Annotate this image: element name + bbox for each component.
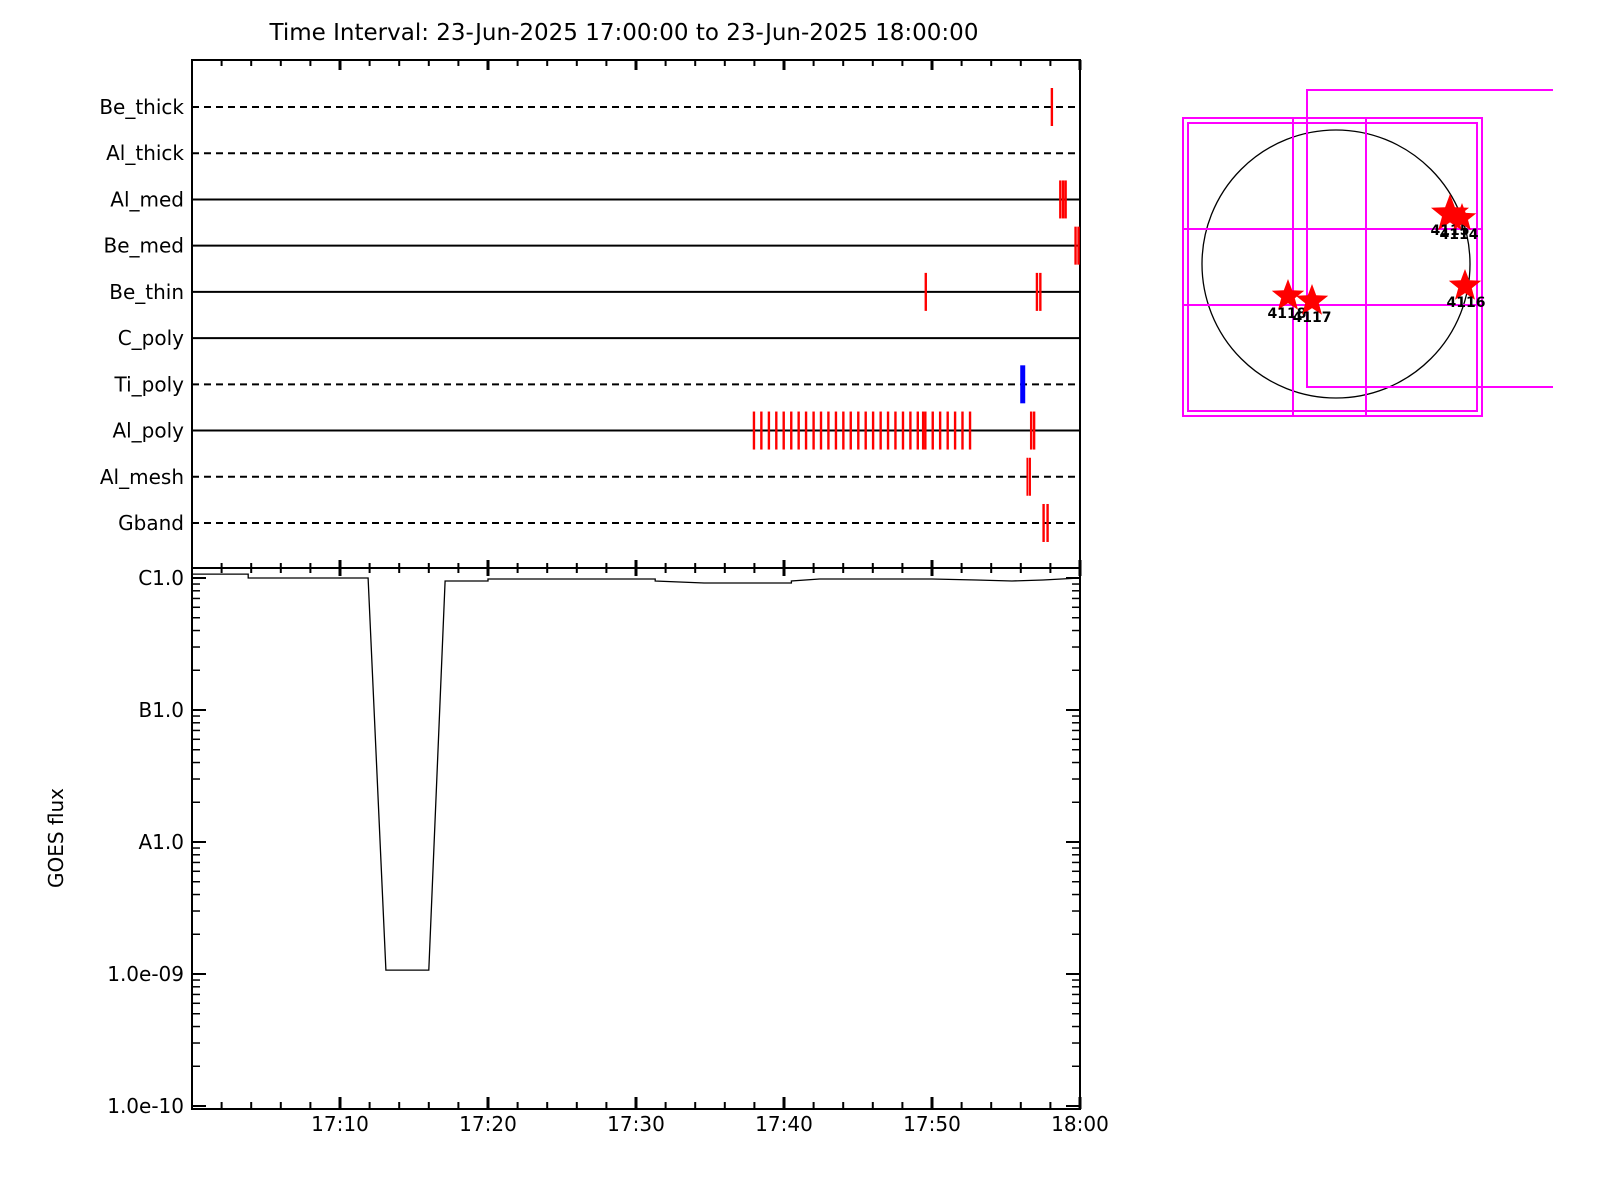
solar-disk-limb <box>1201 129 1471 399</box>
fov-box-inner <box>1187 122 1478 412</box>
goes-y-tick-label: A1.0 <box>139 830 185 854</box>
active-region-label-4114: 4114 <box>1440 227 1479 243</box>
filter-row-label-Be_med: Be_med <box>103 234 184 258</box>
filter-row-label-Al_poly: Al_poly <box>112 419 184 443</box>
filter-row-label-Be_thin: Be_thin <box>109 280 184 304</box>
x-axis-tick-label: 17:20 <box>459 1112 517 1136</box>
filter-row-label-Ti_poly: Ti_poly <box>114 372 185 396</box>
goes-plot-frame <box>191 567 1081 1110</box>
x-axis-tick-label: 17:40 <box>755 1112 813 1136</box>
active-region-label-4117: 4117 <box>1293 310 1332 326</box>
x-axis-tick-label: 18:00 <box>1051 1112 1109 1136</box>
active-region-label-4116: 4116 <box>1447 295 1486 311</box>
filter-row-label-Al_thick: Al_thick <box>106 141 184 165</box>
fov-box-outer <box>1182 117 1483 417</box>
x-axis-tick-label: 17:10 <box>311 1112 369 1136</box>
filter-row-label-Gband: Gband <box>118 511 184 535</box>
x-axis-tick-label: 17:50 <box>903 1112 961 1136</box>
screenshot-root: Time Interval: 23-Jun-2025 17:00:00 to 2… <box>0 0 1600 1200</box>
generated-plot-elements: 17:10 17:20 17:30 17:40 17:50 18:00 Be_thick Al… <box>99 59 1553 1136</box>
page-title: Time Interval: 23-Jun-2025 17:00:00 to 2… <box>269 20 979 46</box>
goes-y-tick-label: B1.0 <box>138 698 184 722</box>
goes-y-tick-label: C1.0 <box>138 566 184 590</box>
filter-row-label-Be_thick: Be_thick <box>99 95 184 119</box>
x-axis-tick-label: 17:30 <box>607 1112 665 1136</box>
plot-canvas: Time Interval: 23-Jun-2025 17:00:00 to 2… <box>44 20 1553 1136</box>
filter-row-label-C_poly: C_poly <box>118 326 184 350</box>
goes-flux-curve <box>192 573 1081 971</box>
timeline-plot-frame <box>191 59 1081 569</box>
filter-row-label-Al_mesh: Al_mesh <box>100 465 184 489</box>
goes-y-tick-label: 1.0e-09 <box>107 962 184 986</box>
filter-row-label-Al_med: Al_med <box>110 187 184 211</box>
goes-flux-axis-label: GOES flux <box>44 788 68 888</box>
goes-y-tick-label: 1.0e-10 <box>107 1094 184 1118</box>
